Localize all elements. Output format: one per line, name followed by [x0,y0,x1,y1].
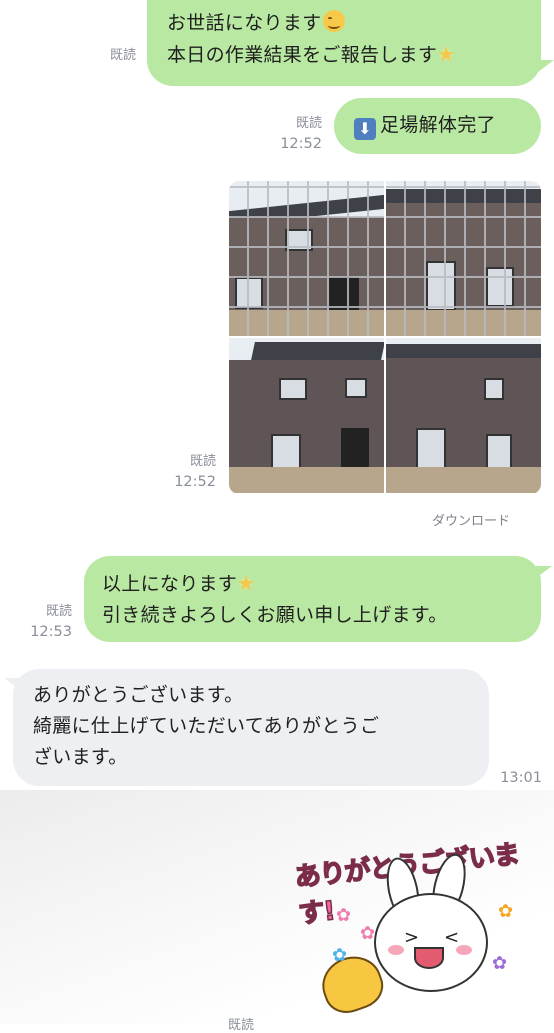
message-text: 引き続きよろしくお願い申し上げます。 [102,604,448,626]
message-text: 以上になります [102,573,238,595]
outgoing-message[interactable]: ⬇ 足場解体完了 [334,98,541,154]
flower-icon: ✿ [332,945,348,966]
bunny-eye: < [444,927,460,948]
read-receipt: 既読 [109,48,136,63]
message-time: 12:52 [280,136,322,152]
bunny-face [374,893,488,992]
bubble-tail [538,60,554,72]
message-text: 本日の作業結果をご報告します [167,44,438,66]
star-icon: ★ [237,571,256,595]
message-text: 足場解体完了 [380,114,496,136]
flower-icon: ✿ [336,905,352,926]
message-meta: 既読 12:53 [20,602,72,642]
message-text: お世話になります [167,12,322,34]
smiling-face-icon [323,10,346,32]
message-meta: 既読 12:52 [268,114,322,154]
photo-house-finished-2[interactable] [386,338,541,493]
message-text: ざいます。 [33,746,128,768]
message-text: 綺麗に仕上げていただいてありがとうご [33,715,380,737]
flower-icon: ✿ [492,953,508,974]
bunny-mouth [414,947,444,969]
star-icon: ★ [437,42,456,66]
message-time: 12:52 [174,474,216,490]
thank-you-sticker[interactable]: ありがとうございます! > < ✿ ✿ ✿ ✿ ✿ [293,839,526,1024]
photo-album[interactable] [229,181,541,494]
read-receipt: 既読 [295,116,322,131]
down-arrow-icon: ⬇ [354,118,376,140]
flower-icon: ✿ [360,923,376,944]
photo-house-scaffold-2[interactable] [386,181,541,336]
outgoing-message[interactable]: 以上になります★ 引き続きよろしくお願い申し上げます。 [84,556,541,642]
bubble-tail [536,566,552,578]
flower-icon: ✿ [498,901,514,922]
message-meta: 既読 12:52 [166,452,216,492]
photo-house-scaffold-1[interactable] [229,181,384,336]
message-text: ありがとうございます。 [33,684,244,706]
read-receipt: 既読 [45,604,72,619]
read-receipt: 既読 [189,454,216,469]
bunny-cheek [456,945,472,955]
message-time: 12:53 [30,624,72,640]
message-time: 13:01 [500,770,542,786]
incoming-message[interactable]: ありがとうございます。 綺麗に仕上げていただいてありがとうご ざいます。 [13,669,489,786]
outgoing-message[interactable]: お世話になります 本日の作業結果をご報告します★ [147,0,541,86]
download-link[interactable]: ダウンロード [432,510,510,529]
photo-house-finished-1[interactable] [229,338,384,493]
bunny-cheek [388,945,404,955]
bunny-eye: > [404,927,420,948]
